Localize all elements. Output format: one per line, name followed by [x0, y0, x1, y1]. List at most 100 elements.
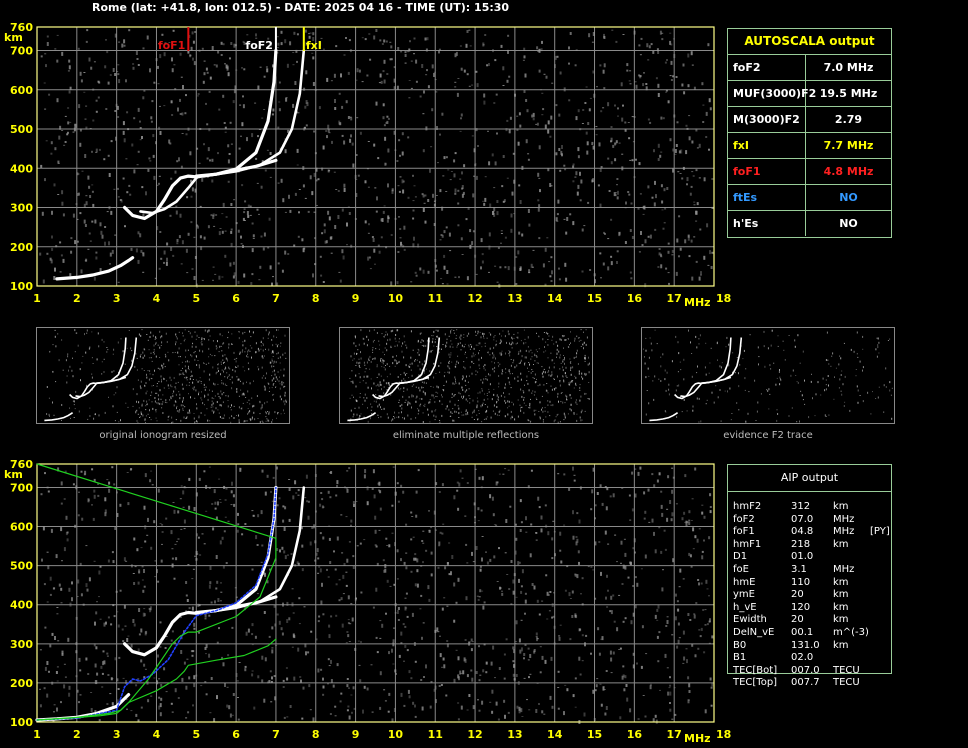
y-tick-label: 100 — [10, 280, 33, 293]
aip-value: 04.8 — [791, 526, 814, 538]
x-tick-label: 4 — [153, 292, 161, 305]
aip-name: ymE — [733, 589, 755, 601]
y-tick-label: 400 — [10, 162, 33, 175]
aip-unit: TECU — [833, 664, 860, 676]
x-tick-label: 2 — [73, 292, 81, 305]
aip-row: foE 3.1 MHz — [733, 564, 963, 577]
x-tick-label: 8 — [312, 292, 320, 305]
aip-value: 110 — [791, 576, 811, 588]
y-tick-label: 200 — [10, 241, 33, 254]
x-tick-label: 16 — [627, 728, 643, 741]
aip-name: hmF2 — [733, 501, 762, 512]
autoscala-key: foF2 — [728, 55, 806, 80]
thumbnail-frame — [36, 327, 290, 424]
aip-value: 07.0 — [791, 513, 814, 525]
x-tick-label: 7 — [272, 292, 280, 305]
thumbnail-ionogram — [36, 327, 290, 424]
x-tick-label: 3 — [113, 292, 121, 305]
autoscala-table: AUTOSCALA output foF2 7.0 MHz MUF(3000)F2 1… — [727, 28, 892, 238]
autoscala-row: fxI 7.7 MHz — [728, 133, 891, 159]
autoscala-row: foF1 4.8 MHz — [728, 159, 891, 185]
aip-row: DelN_vE 00.1 m^(-3) — [733, 627, 963, 640]
x-tick-label: 11 — [428, 292, 443, 305]
aip-value: 01.0 — [791, 551, 814, 563]
x-tick-label: 12 — [467, 728, 482, 741]
autoscala-key: h'Es — [728, 211, 806, 236]
aip-row: B0 131.0 km — [733, 640, 963, 653]
autoscala-key: M(3000)F2 — [728, 107, 806, 132]
aip-name: D1 — [733, 551, 748, 563]
marker-label-fof2: foF2 — [245, 39, 273, 52]
autoscala-value: 4.8 MHz — [823, 165, 874, 178]
aip-name: DelN_vE — [733, 626, 775, 638]
x-tick-label: 3 — [113, 728, 121, 741]
x-tick-label: 14 — [547, 292, 563, 305]
y-tick-label: 400 — [10, 599, 33, 612]
aip-value: 007.0 — [791, 664, 820, 676]
aip-row: foF1 04.8 MHz [PY] — [733, 526, 963, 539]
aip-name: Ewidth — [733, 614, 767, 626]
aip-value: 20 — [791, 589, 804, 601]
aip-value: 131.0 — [791, 639, 820, 651]
x-tick-label: 13 — [507, 292, 522, 305]
x-tick-label: 13 — [507, 728, 522, 741]
x-axis-label: MHz — [684, 732, 711, 745]
x-tick-label: 17 — [667, 728, 682, 741]
autoscala-key: foF1 — [728, 159, 806, 184]
aip-value: 20 — [791, 614, 804, 626]
aip-unit: MHz — [833, 513, 855, 525]
aip-unit: km — [833, 601, 849, 613]
x-tick-label: 9 — [352, 292, 360, 305]
x-tick-label: 10 — [388, 728, 404, 741]
autoscala-key: ftEs — [728, 185, 806, 210]
aip-unit: km — [833, 639, 849, 651]
autoscala-title: AUTOSCALA output — [728, 29, 891, 55]
aip-row: D1 01.0 — [733, 551, 963, 564]
x-tick-label: 1 — [33, 292, 41, 305]
aip-name: TEC[Top] — [733, 677, 778, 689]
x-tick-label: 16 — [627, 292, 643, 305]
y-tick-label: 500 — [10, 560, 33, 573]
thumbnail-frame — [641, 327, 895, 424]
x-tick-label: 5 — [192, 728, 200, 741]
autoscala-value: 7.7 MHz — [823, 139, 874, 152]
x-tick-label: 14 — [547, 728, 563, 741]
x-tick-label: 15 — [587, 728, 602, 741]
aip-name: hmF1 — [733, 538, 762, 550]
aip-value: 218 — [791, 538, 811, 550]
x-tick-label: 17 — [667, 292, 682, 305]
autoscala-row: M(3000)F2 2.79 — [728, 107, 891, 133]
aip-row: ymE 20 km — [733, 589, 963, 602]
aip-title: AIP output — [728, 465, 891, 492]
aip-row: hmF2 312 km — [733, 501, 963, 514]
x-tick-label: 11 — [428, 728, 443, 741]
y-tick-label: 100 — [10, 716, 33, 729]
aip-row: TEC[Top] 007.7 TECU — [733, 677, 963, 690]
aip-value: 120 — [791, 601, 811, 613]
autoscala-key: MUF(3000)F2 — [728, 81, 816, 106]
y-tick-label: 600 — [10, 84, 33, 97]
autoscala-value: 7.0 MHz — [823, 61, 874, 74]
x-tick-label: 10 — [388, 292, 404, 305]
x-tick-label: 5 — [192, 292, 200, 305]
marker-label-fof1: foF1 — [158, 39, 186, 52]
aip-value: 02.0 — [791, 652, 814, 664]
aip-unit: TECU — [833, 677, 860, 689]
autoscala-row: MUF(3000)F2 19.5 MHz — [728, 81, 891, 107]
aip-name: foE — [733, 563, 749, 575]
y-axis-label: km — [4, 468, 23, 481]
aip-name: B1 — [733, 652, 747, 664]
y-tick-label: 500 — [10, 123, 33, 136]
y-tick-label: 600 — [10, 521, 33, 534]
y-tick-label: 700 — [10, 481, 33, 494]
autoscala-value: 19.5 MHz — [819, 87, 878, 100]
x-tick-label: 6 — [232, 728, 240, 741]
autoscala-key: fxI — [728, 133, 806, 158]
aip-unit: km — [833, 614, 849, 626]
aip-unit: km — [833, 589, 849, 601]
autoscala-row: h'Es NO — [728, 211, 891, 236]
x-tick-label: 15 — [587, 292, 602, 305]
aip-name: B0 — [733, 639, 747, 651]
aip-unit: MHz — [833, 526, 855, 538]
autoscala-value: 2.79 — [834, 113, 863, 126]
